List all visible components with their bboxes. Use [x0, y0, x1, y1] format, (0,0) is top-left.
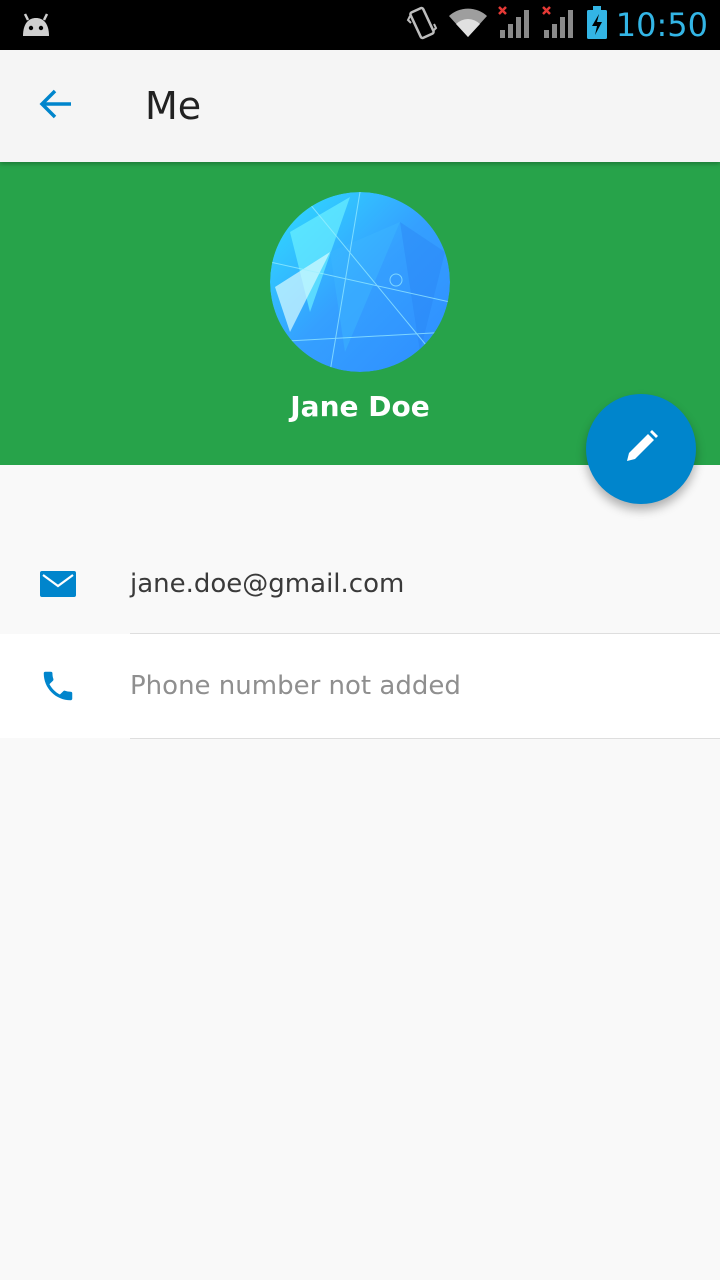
email-value: jane.doe@gmail.com — [130, 569, 405, 599]
signal-no-sim-icon — [542, 6, 576, 44]
status-bar: 10:50 — [0, 0, 720, 50]
android-icon — [20, 11, 52, 41]
pencil-icon — [621, 427, 661, 471]
battery-charging-icon — [586, 6, 608, 44]
edit-profile-button[interactable] — [586, 394, 696, 504]
email-row[interactable]: jane.doe@gmail.com — [0, 535, 720, 633]
page-title: Me — [145, 84, 202, 128]
phone-placeholder: Phone number not added — [130, 671, 461, 701]
phone-icon — [36, 634, 80, 738]
back-button[interactable] — [24, 74, 88, 138]
vibrate-icon — [406, 6, 438, 44]
mail-icon — [36, 535, 80, 633]
divider — [130, 738, 720, 739]
clock: 10:50 — [615, 6, 708, 44]
avatar[interactable] — [270, 192, 450, 372]
signal-no-sim-icon — [498, 6, 532, 44]
phone-row[interactable]: Phone number not added — [0, 634, 720, 738]
wifi-icon — [448, 7, 488, 43]
arrow-back-icon — [38, 86, 74, 126]
app-bar: Me — [0, 50, 720, 162]
